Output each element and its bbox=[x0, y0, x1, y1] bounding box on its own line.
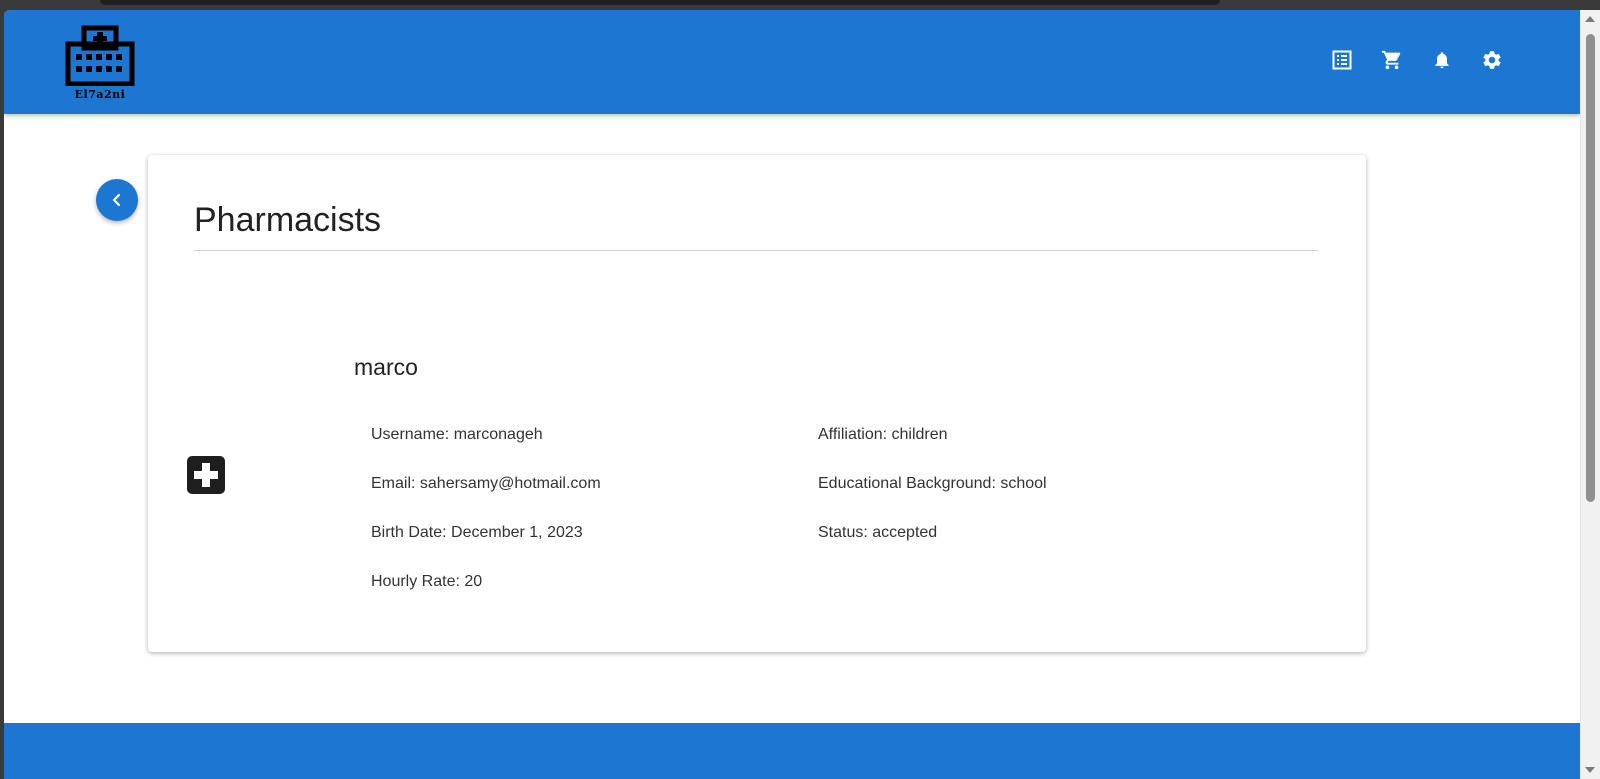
back-button[interactable] bbox=[96, 179, 138, 221]
app-header: El7a2ni bbox=[4, 10, 1580, 114]
logo-text: El7a2ni bbox=[74, 88, 126, 101]
page-title: Pharmacists bbox=[194, 201, 382, 239]
browser-top-strip bbox=[0, 0, 1600, 10]
pharmacist-name: marco bbox=[354, 354, 418, 380]
email-field: Email: sahersamy@hotmail.com bbox=[371, 475, 601, 492]
medical-cross-icon bbox=[187, 456, 225, 494]
hospital-icon bbox=[65, 25, 135, 86]
pharmacists-card: Pharmacists marco Username: marconageh E… bbox=[148, 155, 1366, 652]
scroll-up-arrow[interactable] bbox=[1585, 16, 1595, 22]
browser-address-bar bbox=[100, 0, 1220, 5]
scroll-down-arrow[interactable] bbox=[1585, 767, 1595, 773]
status-field: Status: accepted bbox=[818, 524, 938, 541]
bell-icon[interactable] bbox=[1430, 48, 1454, 72]
scroll-thumb[interactable] bbox=[1586, 34, 1595, 502]
education-field: Educational Background: school bbox=[818, 475, 1047, 492]
logo[interactable]: El7a2ni bbox=[60, 24, 140, 104]
gear-icon[interactable] bbox=[1480, 48, 1504, 72]
list-icon[interactable] bbox=[1330, 48, 1354, 72]
vertical-scrollbar[interactable] bbox=[1580, 10, 1600, 779]
cart-icon[interactable] bbox=[1380, 48, 1404, 72]
hourly-rate-field: Hourly Rate: 20 bbox=[371, 573, 483, 590]
birth-date-field: Birth Date: December 1, 2023 bbox=[371, 524, 583, 541]
title-divider bbox=[194, 250, 1318, 251]
app-footer bbox=[4, 723, 1580, 779]
header-actions bbox=[1330, 48, 1504, 72]
app-window: El7a2ni Pharmacists marco Username: marc… bbox=[4, 10, 1600, 779]
affiliation-field: Affiliation: children bbox=[818, 426, 948, 443]
chevron-left-icon bbox=[112, 193, 121, 207]
username-field: Username: marconageh bbox=[371, 426, 543, 443]
